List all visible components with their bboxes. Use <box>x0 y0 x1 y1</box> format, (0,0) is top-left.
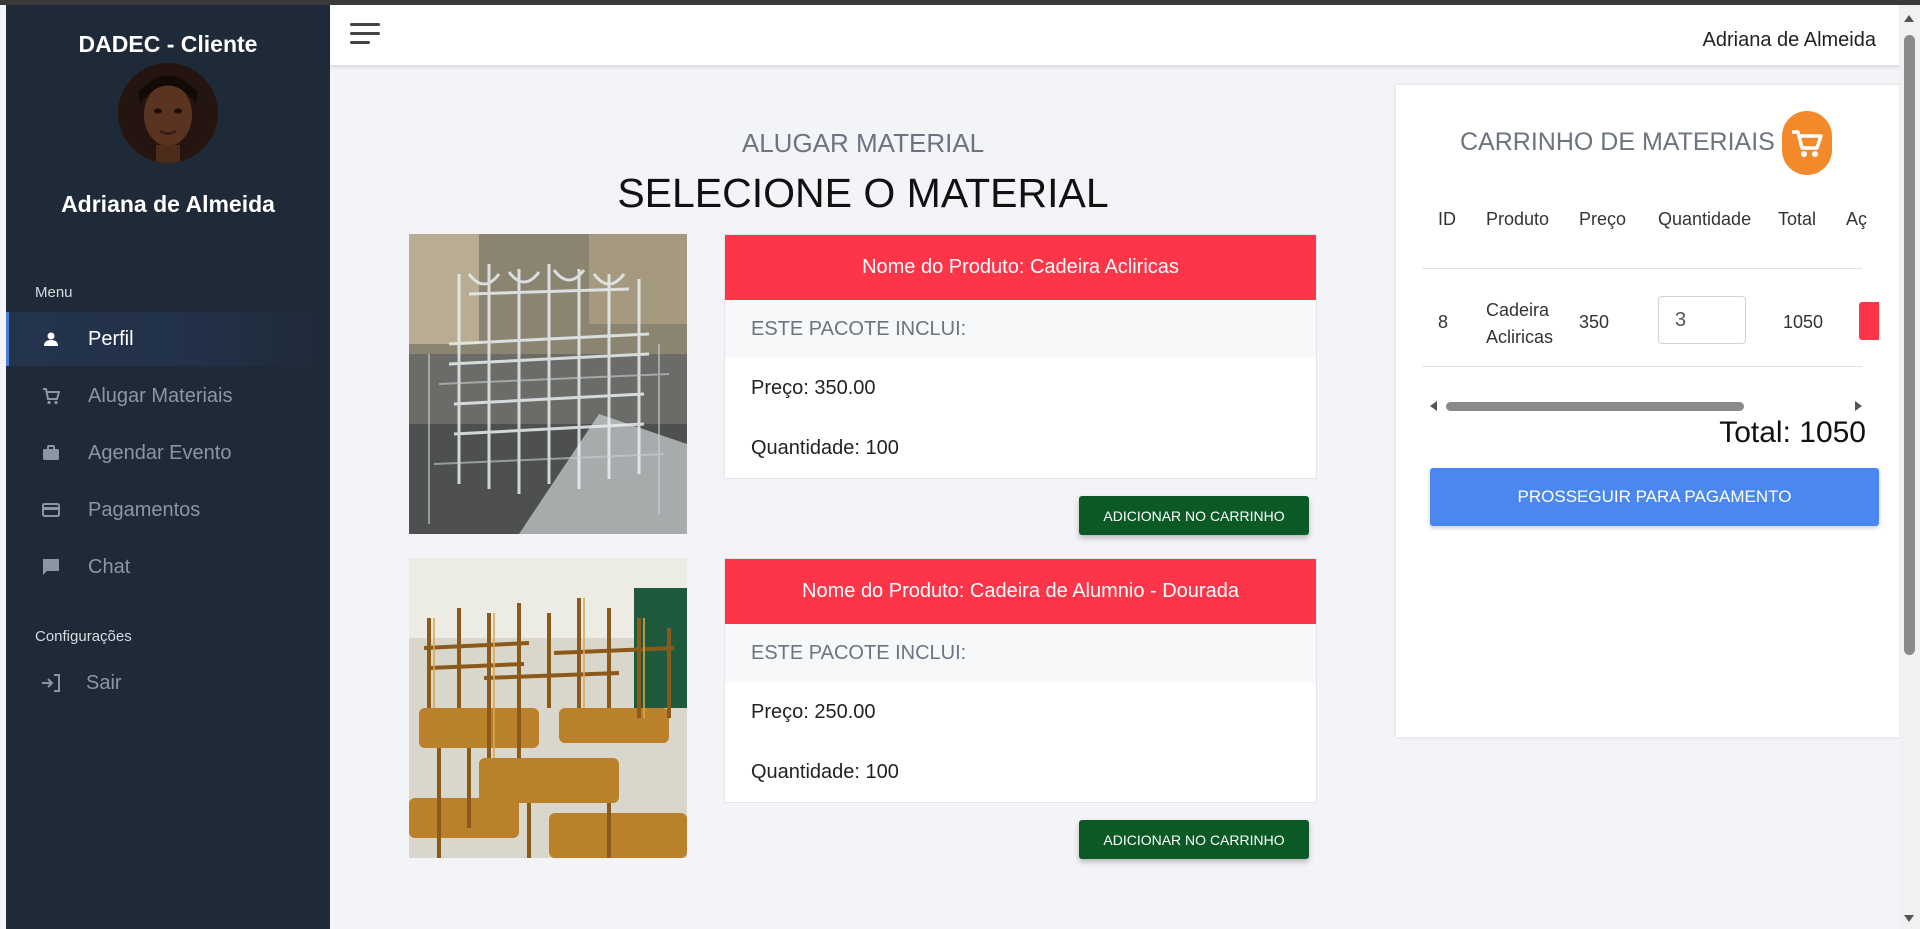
product-price: Preço: 250.00 <box>751 700 876 723</box>
cart-total: Total: 1050 <box>1719 416 1866 449</box>
cart-row-id: 8 <box>1438 312 1449 332</box>
scroll-up-icon[interactable] <box>1904 15 1914 22</box>
product-name: Nome do Produto: Cadeira Acliricas <box>725 235 1316 300</box>
table-divider <box>1422 366 1862 367</box>
app-window: DADEC - Cliente Adriana de Almeida Menu … <box>0 5 1920 929</box>
product-image-gold-chairs <box>409 558 687 858</box>
menu-section-label: Menu <box>35 284 73 301</box>
avatar <box>118 63 218 163</box>
product-includes: ESTE PACOTE INCLUI: <box>725 624 1316 682</box>
product-quantity: Quantidade: 100 <box>751 760 899 783</box>
cart-row-product-line2: Acliricas <box>1486 327 1554 347</box>
sidebar-item-label: Chat <box>88 555 131 578</box>
sidebar-item-label: Sair <box>86 671 122 694</box>
sidebar-item-perfil[interactable]: Perfil <box>6 312 330 366</box>
table-divider <box>1422 268 1862 269</box>
product-image-acrylic-chairs <box>409 234 687 534</box>
logout-icon <box>40 672 62 694</box>
quantity-input[interactable] <box>1658 296 1746 344</box>
scrollbar-thumb[interactable] <box>1446 402 1744 411</box>
sidebar: DADEC - Cliente Adriana de Almeida Menu … <box>6 5 330 929</box>
scroll-left-icon[interactable] <box>1430 401 1437 411</box>
scroll-down-icon[interactable] <box>1904 915 1914 922</box>
brand-title: DADEC - Cliente <box>78 31 258 57</box>
table-horizontal-scrollbar[interactable] <box>1430 399 1862 413</box>
config-section-label: Configurações <box>35 628 132 645</box>
column-header-total: Total <box>1778 209 1817 229</box>
column-header-quantidade: Quantidade <box>1658 209 1752 229</box>
sidebar-item-label: Pagamentos <box>88 498 201 521</box>
cart-icon <box>40 385 62 407</box>
sidebar-item-alugar-materiais[interactable]: Alugar Materiais <box>6 369 330 423</box>
sidebar-item-agendar-evento[interactable]: Agendar Evento <box>6 426 330 480</box>
sidebar-item-label: Agendar Evento <box>88 441 232 464</box>
person-icon <box>40 328 62 350</box>
product-price: Preço: 350.00 <box>751 376 876 399</box>
menu-toggle-icon[interactable] <box>350 23 380 49</box>
shopping-cart-icon <box>1782 111 1832 175</box>
product-card: Nome do Produto: Cadeira Acliricas ESTE … <box>724 234 1317 479</box>
scrollbar-thumb[interactable] <box>1904 35 1915 655</box>
cart-row-price: 350 <box>1579 312 1610 332</box>
remove-item-button[interactable] <box>1859 302 1879 340</box>
topbar: Adriana de Almeida <box>330 5 1900 65</box>
chat-icon <box>40 556 62 578</box>
topbar-user-name[interactable]: Adriana de Almeida <box>1703 29 1876 52</box>
column-header-produto: Produto <box>1486 209 1550 229</box>
sidebar-item-chat[interactable]: Chat <box>6 540 330 594</box>
page-subtitle: ALUGAR MATERIAL <box>741 128 985 158</box>
sidebar-item-sair[interactable]: Sair <box>6 656 330 710</box>
proceed-to-payment-button[interactable]: PROSSEGUIR PARA PAGAMENTO <box>1430 468 1879 526</box>
column-header-acoes: Aç <box>1846 209 1868 229</box>
sidebar-user-name: Adriana de Almeida <box>61 191 275 217</box>
add-to-cart-button[interactable]: ADICIONAR NO CARRINHO <box>1079 820 1309 859</box>
product-includes: ESTE PACOTE INCLUI: <box>725 300 1316 358</box>
cart-row-total: 1050 <box>1783 312 1824 332</box>
column-header-preco: Preço <box>1579 209 1627 229</box>
credit-card-icon <box>40 499 62 521</box>
cart-panel: CARRINHO DE MATERIAIS ID Produto Preço Q… <box>1396 85 1900 737</box>
page-title: SELECIONE O MATERIAL <box>617 170 1109 216</box>
page-vertical-scrollbar[interactable] <box>1899 5 1920 929</box>
product-name: Nome do Produto: Cadeira de Alumnio - Do… <box>725 559 1316 624</box>
column-header-id: ID <box>1438 209 1456 229</box>
scroll-right-icon[interactable] <box>1855 401 1862 411</box>
briefcase-icon <box>40 442 62 464</box>
sidebar-item-pagamentos[interactable]: Pagamentos <box>6 483 330 537</box>
sidebar-item-label: Alugar Materiais <box>88 384 233 407</box>
add-to-cart-button[interactable]: ADICIONAR NO CARRINHO <box>1079 496 1309 535</box>
sidebar-item-label: Perfil <box>88 327 134 350</box>
product-card: Nome do Produto: Cadeira de Alumnio - Do… <box>724 558 1317 803</box>
cart-title: CARRINHO DE MATERIAIS <box>1460 128 1775 156</box>
cart-row-product-line1: Cadeira <box>1486 300 1550 320</box>
product-quantity: Quantidade: 100 <box>751 436 899 459</box>
